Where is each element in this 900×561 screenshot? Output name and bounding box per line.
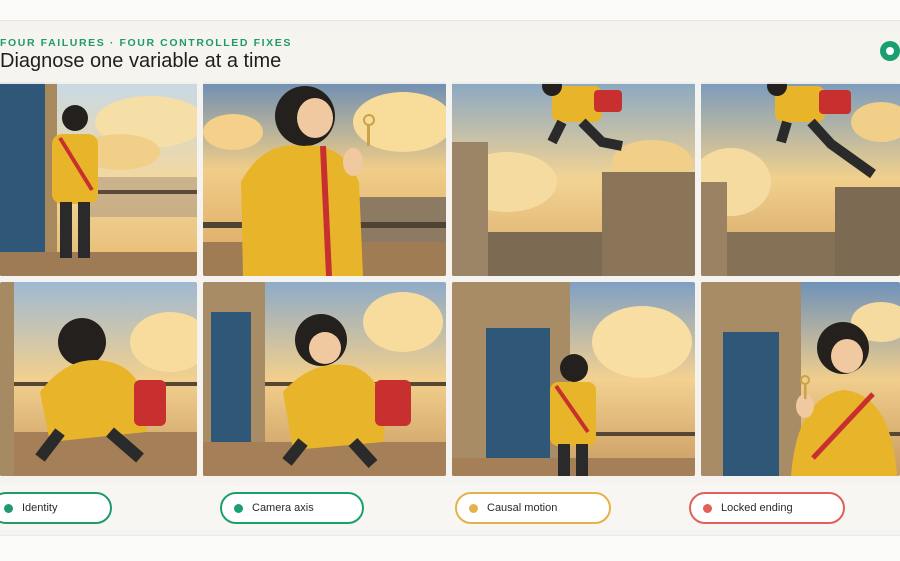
footer-bar [0,535,900,561]
status-indicator-icon[interactable] [880,41,900,61]
header: FOUR FAILURES · FOUR CONTROLLED FIXES Di… [0,30,900,84]
label-identity-text: Identity [22,502,58,514]
panel-camera-before[interactable] [203,82,446,276]
camera-axis-dot-icon [234,503,243,513]
panel-motion-after[interactable] [452,282,695,476]
label-causal-motion-text: Causal motion [487,502,558,514]
panel-ending-after[interactable] [701,282,900,476]
label-locked-ending[interactable]: Locked ending [689,492,845,524]
panel-camera-after[interactable] [203,282,446,476]
top-bar [0,0,900,21]
label-identity[interactable]: Identity [0,492,112,524]
causal-motion-dot-icon [469,503,478,513]
locked-ending-dot-icon [703,503,712,513]
panel-motion-before[interactable] [452,82,695,276]
panel-grid [0,82,900,482]
panel-identity-after[interactable] [0,282,197,476]
section-eyebrow: FOUR FAILURES · FOUR CONTROLLED FIXES [0,37,292,49]
label-locked-ending-text: Locked ending [721,502,793,514]
label-camera-axis[interactable]: Camera axis [220,492,364,524]
panel-identity-before[interactable] [0,82,197,276]
identity-dot-icon [4,503,13,513]
label-camera-axis-text: Camera axis [252,502,314,514]
page-title: Diagnose one variable at a time [0,50,282,72]
label-causal-motion[interactable]: Causal motion [455,492,611,524]
panel-ending-before[interactable] [701,82,900,276]
